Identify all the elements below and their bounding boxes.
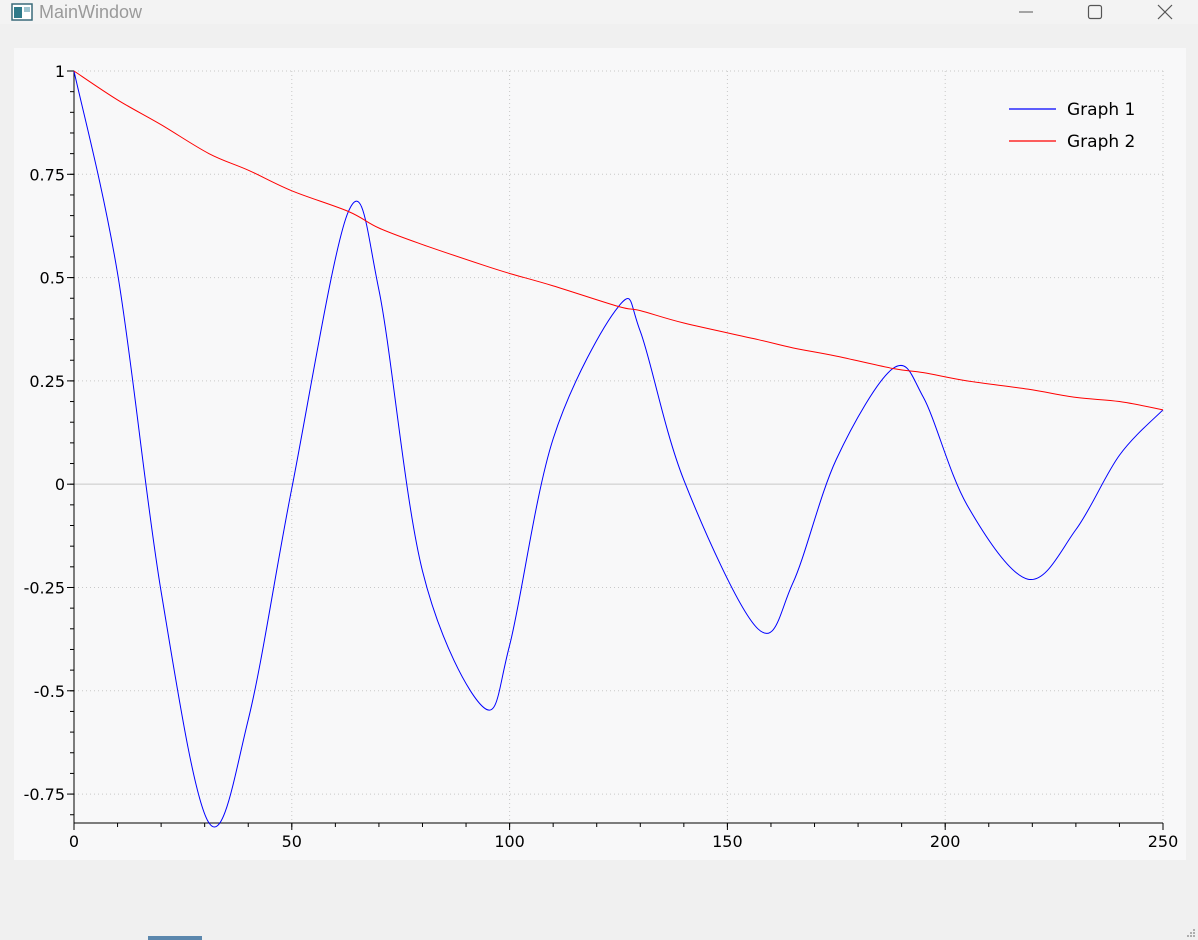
close-button[interactable] — [1142, 0, 1188, 24]
graph-1-point — [248, 719, 249, 720]
graph-1-point — [640, 331, 641, 332]
graph-1-point — [509, 645, 510, 646]
graph-1-point — [757, 628, 758, 629]
graph-1-point — [422, 570, 423, 571]
line-chart: 0 50 100 150 200 250 1 0.75 0.5 0.25 0 -0.25 -0.5 -0.… — [24, 62, 1179, 851]
graph-2-point — [422, 244, 423, 245]
y-tick-label: 0.25 — [29, 372, 65, 391]
graph-1-point — [1119, 455, 1120, 456]
graph-2-point — [836, 355, 837, 356]
graph-2-point — [348, 211, 349, 212]
window-title: MainWindow — [39, 2, 143, 22]
y-tick-label: 0 — [55, 475, 65, 494]
graph-2-point — [966, 380, 967, 381]
graph-2-point — [923, 372, 924, 373]
graph-1-point — [923, 397, 924, 398]
x-tick-label: 250 — [1148, 832, 1179, 851]
maximize-icon — [1087, 4, 1103, 20]
x-tick-label: 150 — [712, 832, 743, 851]
graph-2-point — [208, 153, 209, 154]
graph-2-point — [483, 265, 484, 266]
minimize-icon — [1019, 11, 1033, 13]
size-grip-icon[interactable] — [1186, 928, 1196, 938]
graph-2-point — [291, 190, 292, 191]
maximize-button[interactable] — [1072, 0, 1118, 24]
graph-2-point — [792, 347, 793, 348]
grid-lines — [73, 70, 1164, 823]
minimize-button[interactable] — [1003, 0, 1049, 24]
y-tick-label: -0.5 — [34, 682, 65, 701]
y-tick-label: 0.75 — [29, 165, 65, 184]
taskbar-indicator — [148, 936, 202, 940]
graph-2-point — [1075, 397, 1076, 398]
graph-2-point — [248, 170, 249, 171]
plot-widget[interactable]: 0 50 100 150 200 250 1 0.75 0.5 0.25 0 -0.25 -0.5 -0.… — [14, 48, 1186, 860]
graph-2-point — [117, 99, 118, 100]
legend-entry-label: Graph 1 — [1067, 100, 1135, 120]
y-tick-label: 0.5 — [40, 269, 65, 288]
x-tick-label: 100 — [494, 832, 525, 851]
graph-1-point — [117, 273, 118, 274]
graph-1-point — [683, 479, 684, 480]
graph-1-point — [553, 438, 554, 439]
graph-1-point — [1027, 579, 1028, 580]
title-bar: MainWindow — [0, 0, 1198, 24]
legend-entry-label: Graph 2 — [1067, 132, 1135, 152]
graph-2-point — [640, 310, 641, 311]
close-icon — [1157, 4, 1173, 20]
graph-1-point — [836, 459, 837, 460]
graph-1-point — [291, 488, 292, 489]
y-tick-label: -0.25 — [24, 578, 65, 597]
graph-2-point — [73, 70, 74, 71]
graph-1-point — [792, 583, 793, 584]
x-tick-label: 200 — [930, 832, 961, 851]
graph-1-point — [1075, 529, 1076, 530]
graph-2-point — [618, 306, 619, 307]
graph-2-point — [892, 368, 893, 369]
graph-2-point — [683, 322, 684, 323]
graph-2-point — [1162, 409, 1163, 410]
graph-2-line — [73, 70, 1164, 411]
graph-1-line — [73, 70, 1164, 828]
x-tick-label: 0 — [69, 832, 79, 851]
graph-2-point — [1119, 401, 1120, 402]
y-tick-label: -0.75 — [24, 785, 65, 804]
graph-1-point — [483, 707, 484, 708]
graph-2-point — [509, 273, 510, 274]
legend: Graph 1 Graph 2 — [1009, 100, 1135, 152]
app-window-icon — [11, 3, 33, 21]
graph-2-point — [553, 285, 554, 286]
graph-2-point — [378, 227, 379, 228]
axes: 0 50 100 150 200 250 1 0.75 0.5 0.25 0 -0.25 -0.5 -0.… — [24, 62, 1179, 851]
series-layer — [73, 70, 1164, 828]
graph-2-point — [757, 339, 758, 340]
x-tick-label: 50 — [282, 832, 302, 851]
graph-2-point — [1027, 389, 1028, 390]
graph-1-point — [208, 822, 209, 823]
y-tick-label: 1 — [55, 62, 65, 81]
graph-1-point — [378, 289, 379, 290]
graph-1-point — [161, 591, 162, 592]
graph-2-point — [161, 124, 162, 125]
graph-1-point — [966, 504, 967, 505]
